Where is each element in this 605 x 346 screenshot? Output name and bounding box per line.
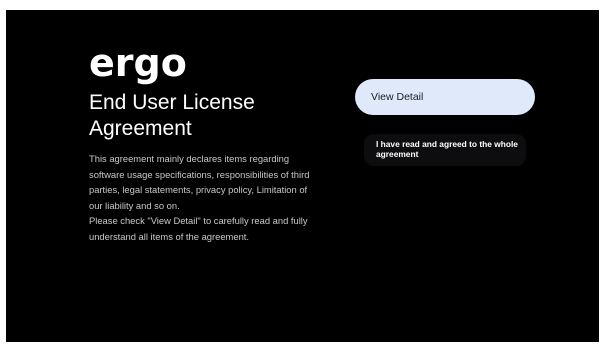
page-title: End User License Agreement [89,91,255,140]
agree-button[interactable]: I have read and agreed to the whole agre… [364,134,526,166]
description-paragraph: Please check "View Detail" to carefully … [89,215,308,242]
ergo-logo: ergo [89,41,187,85]
eula-screen: ergo End User License Agreement This agr… [6,10,599,342]
agreement-description: This agreement mainly declares items reg… [89,151,319,245]
view-detail-button[interactable]: View Detail [355,79,535,115]
description-paragraph: This agreement mainly declares items reg… [89,153,310,211]
